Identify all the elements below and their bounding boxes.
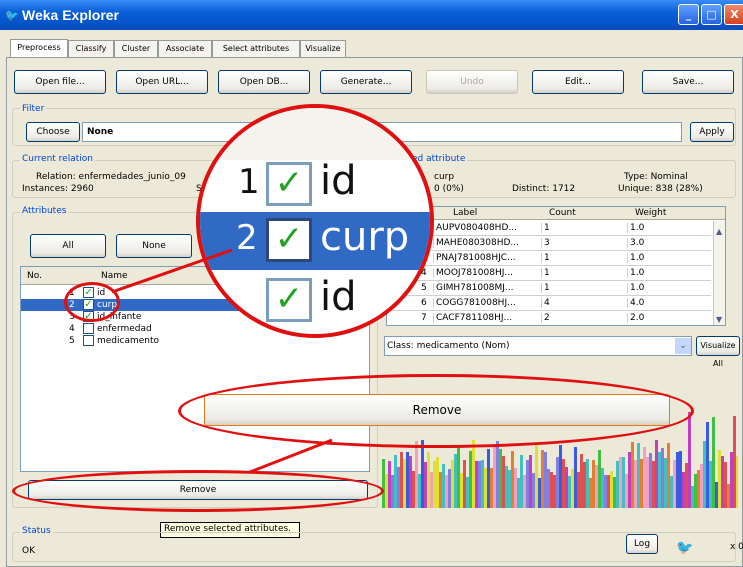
remove-connector-line <box>249 438 333 474</box>
lens-connector-line <box>111 248 233 294</box>
weka-explorer-window: 🐦 Weka Explorer _ □ X Preprocess Classif… <box>0 0 743 567</box>
annotation-connectors <box>111 248 333 474</box>
